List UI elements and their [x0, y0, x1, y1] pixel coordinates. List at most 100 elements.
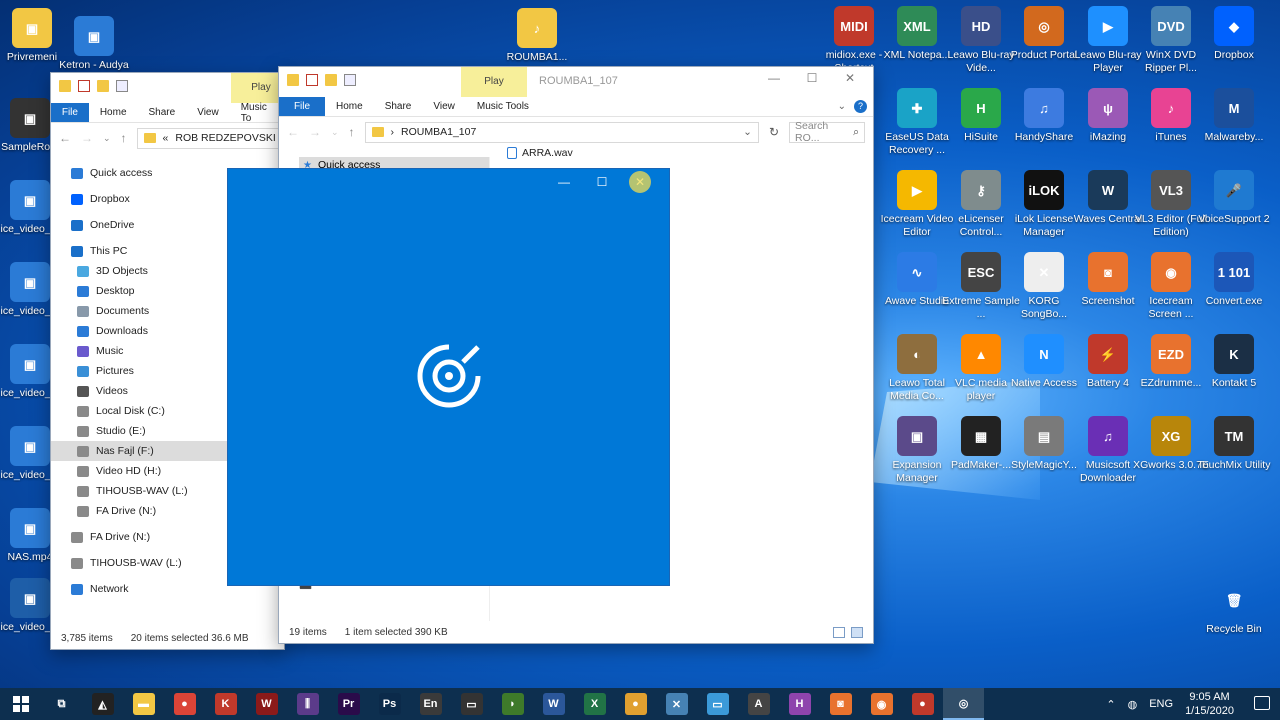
back-arrow-icon[interactable]: ←: [287, 125, 299, 139]
nav-item[interactable]: Downloads: [51, 321, 227, 341]
address-bar[interactable]: › ROUMBA1_107 ⌄: [364, 121, 759, 143]
desktop-icon-roumba[interactable]: ♪ ROUMBA1...: [498, 8, 576, 64]
ribbon-tab-share[interactable]: Share: [138, 103, 187, 122]
nav-item[interactable]: Music: [51, 341, 227, 361]
nav-item[interactable]: Dropbox: [51, 189, 227, 209]
taskbar-icecream-2[interactable]: ◉: [861, 688, 902, 720]
nav-item[interactable]: Studio (E:): [51, 421, 227, 441]
taskbar-app-ball[interactable]: ●: [615, 688, 656, 720]
taskbar-app-k[interactable]: K: [205, 688, 246, 720]
recent-chevron-icon[interactable]: ⌄: [331, 127, 339, 138]
ribbon-tab-music-to[interactable]: Music To: [230, 102, 284, 124]
taskbar-app-red[interactable]: ●: [902, 688, 943, 720]
refresh-icon[interactable]: ↻: [769, 125, 779, 139]
nav-item[interactable]: 3D Objects: [51, 261, 227, 281]
new-folder-icon[interactable]: [325, 74, 337, 86]
new-folder-icon[interactable]: [97, 80, 109, 92]
search-input[interactable]: Search RO... ⌕: [789, 120, 865, 144]
title-bar[interactable]: Play ROUMBA1_107 — ☐ ✕: [279, 67, 873, 97]
help-icon[interactable]: ?: [854, 100, 867, 113]
taskbar-app-x[interactable]: ✕: [656, 688, 697, 720]
properties-icon[interactable]: [306, 74, 318, 86]
start-button[interactable]: [0, 688, 41, 720]
taskbar-audacity[interactable]: ◗: [492, 688, 533, 720]
nav-item[interactable]: Video HD (H:): [51, 461, 227, 481]
taskbar-file-explorer[interactable]: ▬: [123, 688, 164, 720]
minimize-icon[interactable]: —: [545, 175, 583, 189]
back-arrow-icon[interactable]: ←: [59, 131, 71, 145]
forward-arrow-icon[interactable]: →: [309, 125, 321, 139]
taskbar-screen-rec[interactable]: ▭: [451, 688, 492, 720]
forward-arrow-icon[interactable]: →: [81, 131, 93, 145]
desktop-icon-grid-6[interactable]: ◆ Dropbox: [1195, 6, 1273, 62]
desktop-icon-grid-30[interactable]: K Kontakt 5: [1195, 334, 1273, 390]
desktop-icon-grid-36[interactable]: TM TouchMix Utility: [1195, 416, 1273, 472]
taskbar-app-h[interactable]: H: [779, 688, 820, 720]
notification-center-icon[interactable]: [1254, 696, 1270, 710]
taskbar-unknown-app[interactable]: ◭: [82, 688, 123, 720]
breadcrumb-chevron[interactable]: ›: [391, 126, 395, 138]
maximize-icon[interactable]: ☐: [793, 71, 831, 85]
close-icon[interactable]: ✕: [831, 71, 869, 85]
taskbar-chrome[interactable]: ●: [164, 688, 205, 720]
clock[interactable]: 9:05 AM 1/15/2020: [1185, 690, 1234, 718]
taskbar-app-w[interactable]: W: [246, 688, 287, 720]
ribbon-tab-share[interactable]: Share: [374, 97, 423, 116]
nav-item[interactable]: Quick access: [51, 163, 227, 183]
taskbar-premiere[interactable]: Pr: [328, 688, 369, 720]
nav-item[interactable]: Pictures: [51, 361, 227, 381]
desktop-icon-grid-24[interactable]: 1 101 Convert.exe: [1195, 252, 1273, 308]
taskbar-word[interactable]: W: [533, 688, 574, 720]
properties-icon[interactable]: [78, 80, 90, 92]
language-indicator[interactable]: ENG: [1149, 698, 1173, 710]
nav-item[interactable]: FA Drive (N:): [51, 501, 227, 521]
desktop-icon-grid-12[interactable]: M Malwareby...: [1195, 88, 1273, 144]
recent-chevron-icon[interactable]: ⌄: [103, 133, 111, 144]
network-globe-icon[interactable]: ◍: [1128, 698, 1138, 711]
ribbon-tab-view[interactable]: View: [186, 103, 230, 122]
close-icon[interactable]: ✕: [621, 171, 659, 193]
large-icons-view-icon[interactable]: [851, 627, 863, 638]
nav-item[interactable]: Nas Fajl (F:): [51, 441, 227, 461]
taskbar-icecream-1[interactable]: ◙: [820, 688, 861, 720]
taskbar-excel[interactable]: X: [574, 688, 615, 720]
nav-item[interactable]: TIHOUSB-WAV (L:): [51, 481, 227, 501]
address-dropdown-icon[interactable]: ⌄: [743, 126, 752, 138]
nav-item[interactable]: OneDrive: [51, 215, 227, 235]
desktop-icon-grid-18[interactable]: 🎤 VoiceSupport 2: [1195, 170, 1273, 226]
ribbon-tab-home[interactable]: Home: [325, 97, 374, 116]
customize-icon[interactable]: [344, 74, 356, 86]
taskbar-app-screen[interactable]: ▭: [697, 688, 738, 720]
nav-item[interactable]: TIHOUSB-WAV (L:): [51, 553, 227, 573]
minimize-icon[interactable]: —: [755, 71, 793, 85]
nav-item[interactable]: Desktop: [51, 281, 227, 301]
nav-item[interactable]: FA Drive (N:): [51, 527, 227, 547]
customize-icon[interactable]: [116, 80, 128, 92]
context-tab-play[interactable]: Play: [461, 67, 527, 97]
taskbar-task-view[interactable]: ⧉: [41, 688, 82, 720]
ribbon-tab-home[interactable]: Home: [89, 103, 138, 122]
context-tab-play[interactable]: Play: [231, 73, 284, 103]
show-hidden-icons-icon[interactable]: ⌃: [1106, 698, 1115, 711]
nav-item[interactable]: This PC: [51, 241, 227, 261]
ribbon-tab-view[interactable]: View: [422, 97, 466, 116]
nav-item[interactable]: Local Disk (C:): [51, 401, 227, 421]
up-arrow-icon[interactable]: ↑: [121, 131, 127, 145]
ribbon-tab-music-tools[interactable]: Music Tools: [466, 97, 540, 116]
nav-item[interactable]: Documents: [51, 301, 227, 321]
address-bar[interactable]: « ROB REDZEPOVSKI KETR: [136, 127, 284, 149]
maximize-icon[interactable]: ☐: [583, 175, 621, 189]
taskbar-mixer[interactable]: ⫼: [287, 688, 328, 720]
ribbon-tab-file[interactable]: File: [279, 97, 325, 116]
details-view-icon[interactable]: [833, 627, 845, 638]
groove-music-window[interactable]: — ☐ ✕: [227, 168, 670, 586]
ribbon-tab-file[interactable]: File: [51, 103, 89, 122]
taskbar-photoshop[interactable]: Ps: [369, 688, 410, 720]
ribbon-expand-icon[interactable]: ⌄: [838, 101, 846, 112]
nav-item[interactable]: Videos: [51, 381, 227, 401]
taskbar-groove-music[interactable]: ◎: [943, 688, 984, 720]
overflow-chevron[interactable]: «: [163, 132, 169, 144]
up-arrow-icon[interactable]: ↑: [349, 125, 355, 139]
recycle-bin-icon[interactable]: 🗑 Recycle Bin: [1195, 580, 1273, 636]
title-bar[interactable]: Play: [51, 73, 284, 103]
